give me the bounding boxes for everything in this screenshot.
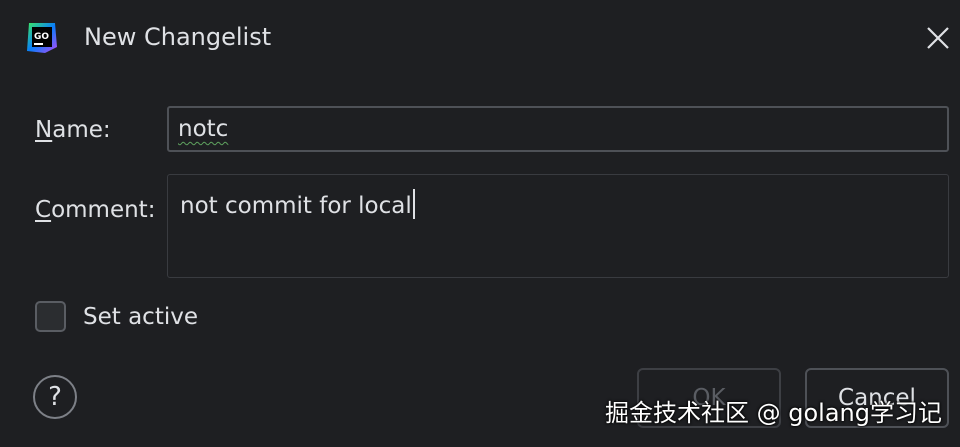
set-active-label[interactable]: Set active	[83, 303, 198, 331]
close-icon	[927, 27, 949, 49]
text-caret	[412, 189, 415, 219]
help-button[interactable]: ?	[33, 375, 77, 419]
comment-field[interactable]: not commit for local	[167, 174, 949, 278]
name-field[interactable]: notc	[167, 106, 949, 152]
close-button[interactable]	[916, 17, 960, 61]
comment-label: Comment:	[35, 197, 156, 223]
watermark-text: 掘金技术社区 @ golang学习记	[605, 399, 942, 427]
name-field-value: notc	[178, 116, 229, 142]
goland-logo-text: GO	[34, 32, 49, 42]
dialog-title: New Changelist	[84, 23, 272, 51]
goland-logo-icon: GO	[25, 21, 59, 55]
comment-field-value: not commit for local	[180, 193, 412, 219]
help-icon: ?	[48, 382, 62, 412]
name-label: Name:	[35, 117, 111, 143]
new-changelist-dialog: GO New Changelist Name: notc Comment: no…	[0, 0, 960, 447]
title-bar: GO New Changelist	[0, 0, 960, 76]
set-active-checkbox[interactable]	[35, 301, 66, 332]
